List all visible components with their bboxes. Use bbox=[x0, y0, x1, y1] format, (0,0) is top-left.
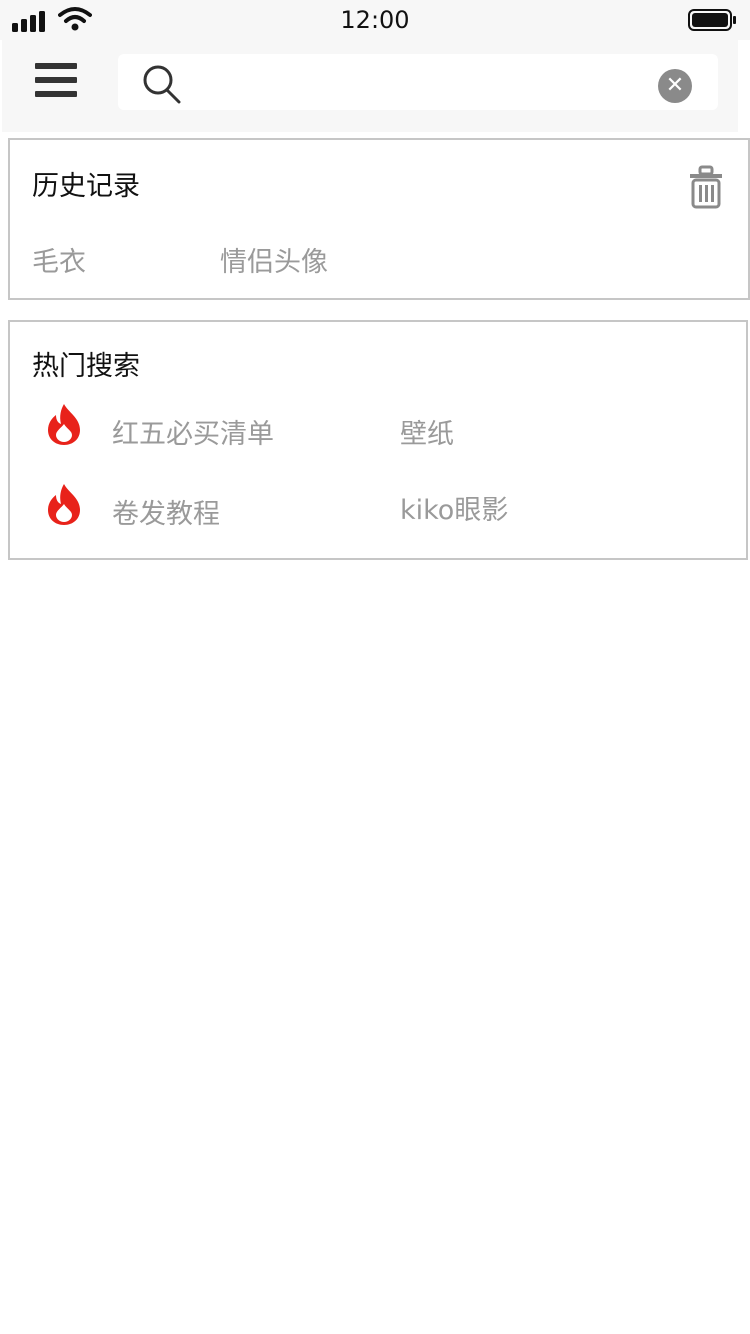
search-box[interactable]: ✕ bbox=[118, 54, 718, 110]
menu-icon[interactable] bbox=[32, 60, 80, 100]
hot-search-panel: 热门搜索 红五必买清单 壁纸 卷发教程 kiko眼影 bbox=[8, 320, 748, 560]
battery-icon bbox=[688, 9, 736, 31]
fire-icon bbox=[48, 404, 80, 445]
hot-search-item[interactable]: 卷发教程 bbox=[112, 492, 220, 531]
hot-search-item[interactable]: kiko眼影 bbox=[400, 488, 508, 527]
history-item[interactable]: 情侣头像 bbox=[220, 240, 328, 279]
fire-icon bbox=[48, 484, 80, 525]
hot-search-item[interactable]: 红五必买清单 bbox=[112, 412, 274, 451]
status-time: 12:00 bbox=[340, 6, 410, 34]
history-panel: 历史记录 毛衣 情侣头像 bbox=[8, 138, 750, 300]
status-bar: 12:00 bbox=[0, 0, 750, 40]
hot-search-title: 热门搜索 bbox=[32, 351, 140, 382]
trash-icon[interactable] bbox=[686, 164, 726, 210]
history-title: 历史记录 bbox=[32, 171, 140, 202]
search-input[interactable] bbox=[196, 64, 650, 102]
search-header: ✕ bbox=[2, 40, 738, 132]
search-icon[interactable] bbox=[142, 64, 182, 104]
clear-icon[interactable]: ✕ bbox=[658, 69, 692, 103]
history-item[interactable]: 毛衣 bbox=[32, 240, 86, 279]
hot-search-item[interactable]: 壁纸 bbox=[400, 412, 454, 451]
